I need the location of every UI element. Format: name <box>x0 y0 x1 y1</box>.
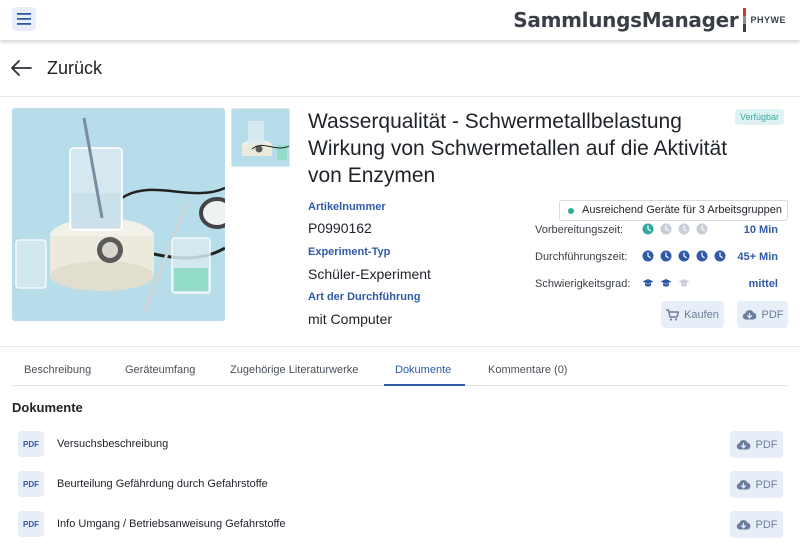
cloud-download-icon <box>736 440 750 450</box>
clock-icon <box>642 250 654 262</box>
document-row: PDF Beurteilung Gefährdung durch Gefahrs… <box>18 471 788 499</box>
document-name[interactable]: Info Umgang / Betriebsanweisung Gefahrst… <box>57 518 286 530</box>
brand-name: SammlungsManager <box>513 8 739 32</box>
clock-icon <box>642 223 654 235</box>
execution-label: Art der Durchführung <box>308 291 421 303</box>
graduation-cap-icon <box>678 279 690 287</box>
hamburger-menu-icon <box>17 13 31 25</box>
document-name[interactable]: Beurteilung Gefährdung durch Gefahrstoff… <box>57 478 268 490</box>
tab-dokumente[interactable]: Dokumente <box>395 364 451 376</box>
clock-icon <box>696 250 708 262</box>
clock-icon <box>678 250 690 262</box>
document-download-label: PDF <box>755 438 778 451</box>
product-thumbnail[interactable] <box>231 108 290 167</box>
tab-beschreibung[interactable]: Beschreibung <box>24 364 91 376</box>
tab-literaturwerke[interactable]: Zugehörige Literaturwerke <box>230 364 358 376</box>
exec-time-value: 45+ Min <box>737 251 778 263</box>
cloud-download-icon <box>742 310 756 320</box>
arrow-left-icon[interactable] <box>10 59 32 77</box>
exec-time-label: Durchführungszeit: <box>535 251 628 263</box>
product-title: Wasserqualität - Schwermetallbelastung W… <box>308 110 728 187</box>
prep-time-value: 10 Min <box>743 224 778 236</box>
availability-text: Ausreichend Geräte für 3 Arbeitsgruppen <box>582 204 782 216</box>
back-row: Zurück <box>0 40 800 96</box>
active-tab-indicator <box>384 384 465 386</box>
top-bar: SammlungsManager PHYWE <box>0 0 800 40</box>
document-row: PDF Versuchsbeschreibung PDF <box>18 431 788 459</box>
menu-button[interactable] <box>12 7 36 31</box>
tab-kommentare[interactable]: Kommentare (0) <box>488 364 567 376</box>
pdf-file-icon: PDF <box>18 511 44 537</box>
buy-button[interactable]: Kaufen <box>661 301 724 328</box>
difficulty-rating <box>642 277 690 289</box>
cloud-download-icon <box>736 480 750 490</box>
document-download-label: PDF <box>755 478 778 491</box>
divider <box>0 346 800 347</box>
article-number-label: Artikelnummer <box>308 201 386 213</box>
lab-setup-illustration <box>12 108 225 321</box>
documents-heading: Dokumente <box>12 400 83 415</box>
document-row: PDF Info Umgang / Betriebsanweisung Gefa… <box>18 511 788 539</box>
brand-sub: PHYWE <box>750 15 786 25</box>
buy-label: Kaufen <box>684 308 719 321</box>
experiment-type-label: Experiment-Typ <box>308 246 391 258</box>
document-download-button[interactable]: PDF <box>730 431 783 458</box>
prep-time-rating <box>642 223 708 235</box>
graduation-cap-icon <box>642 279 654 287</box>
pdf-label: PDF <box>761 308 784 321</box>
status-badge: Verfügbar <box>735 109 785 125</box>
tab-bar: Beschreibung Geräteumfang Zugehörige Lit… <box>12 357 788 386</box>
clock-icon <box>660 250 672 262</box>
prep-time-label: Vorbereitungszeit: <box>535 224 624 236</box>
experiment-type: Schüler-Experiment <box>308 266 431 282</box>
pdf-file-icon: PDF <box>18 471 44 497</box>
document-download-button[interactable]: PDF <box>730 511 783 538</box>
tab-geraeteumfang[interactable]: Geräteumfang <box>125 364 195 376</box>
product-image[interactable] <box>12 108 225 321</box>
availability-dot-icon <box>568 208 574 214</box>
difficulty-value: mittel <box>748 278 778 290</box>
clock-icon <box>678 223 690 235</box>
divider <box>0 96 800 97</box>
difficulty-label: Schwierigkeitsgrad: <box>535 278 631 290</box>
thumbnail-illustration <box>232 109 289 166</box>
document-name[interactable]: Versuchsbeschreibung <box>57 438 168 450</box>
cart-icon <box>666 308 680 321</box>
execution-value: mit Computer <box>308 311 393 327</box>
availability-info: Ausreichend Geräte für 3 Arbeitsgruppen <box>559 200 788 221</box>
cloud-download-icon <box>736 520 750 530</box>
pdf-download-button[interactable]: PDF <box>737 301 788 328</box>
clock-icon <box>696 223 708 235</box>
document-download-label: PDF <box>755 518 778 531</box>
graduation-cap-icon <box>660 279 672 287</box>
exec-time-rating <box>642 250 726 262</box>
brand-logo[interactable]: SammlungsManager PHYWE <box>513 6 786 34</box>
brand-color-bar <box>743 8 747 32</box>
pdf-file-icon: PDF <box>18 431 44 457</box>
article-number: P0990162 <box>308 220 372 236</box>
clock-icon <box>714 250 726 262</box>
clock-icon <box>660 223 672 235</box>
back-link[interactable]: Zurück <box>47 58 102 79</box>
document-download-button[interactable]: PDF <box>730 471 783 498</box>
